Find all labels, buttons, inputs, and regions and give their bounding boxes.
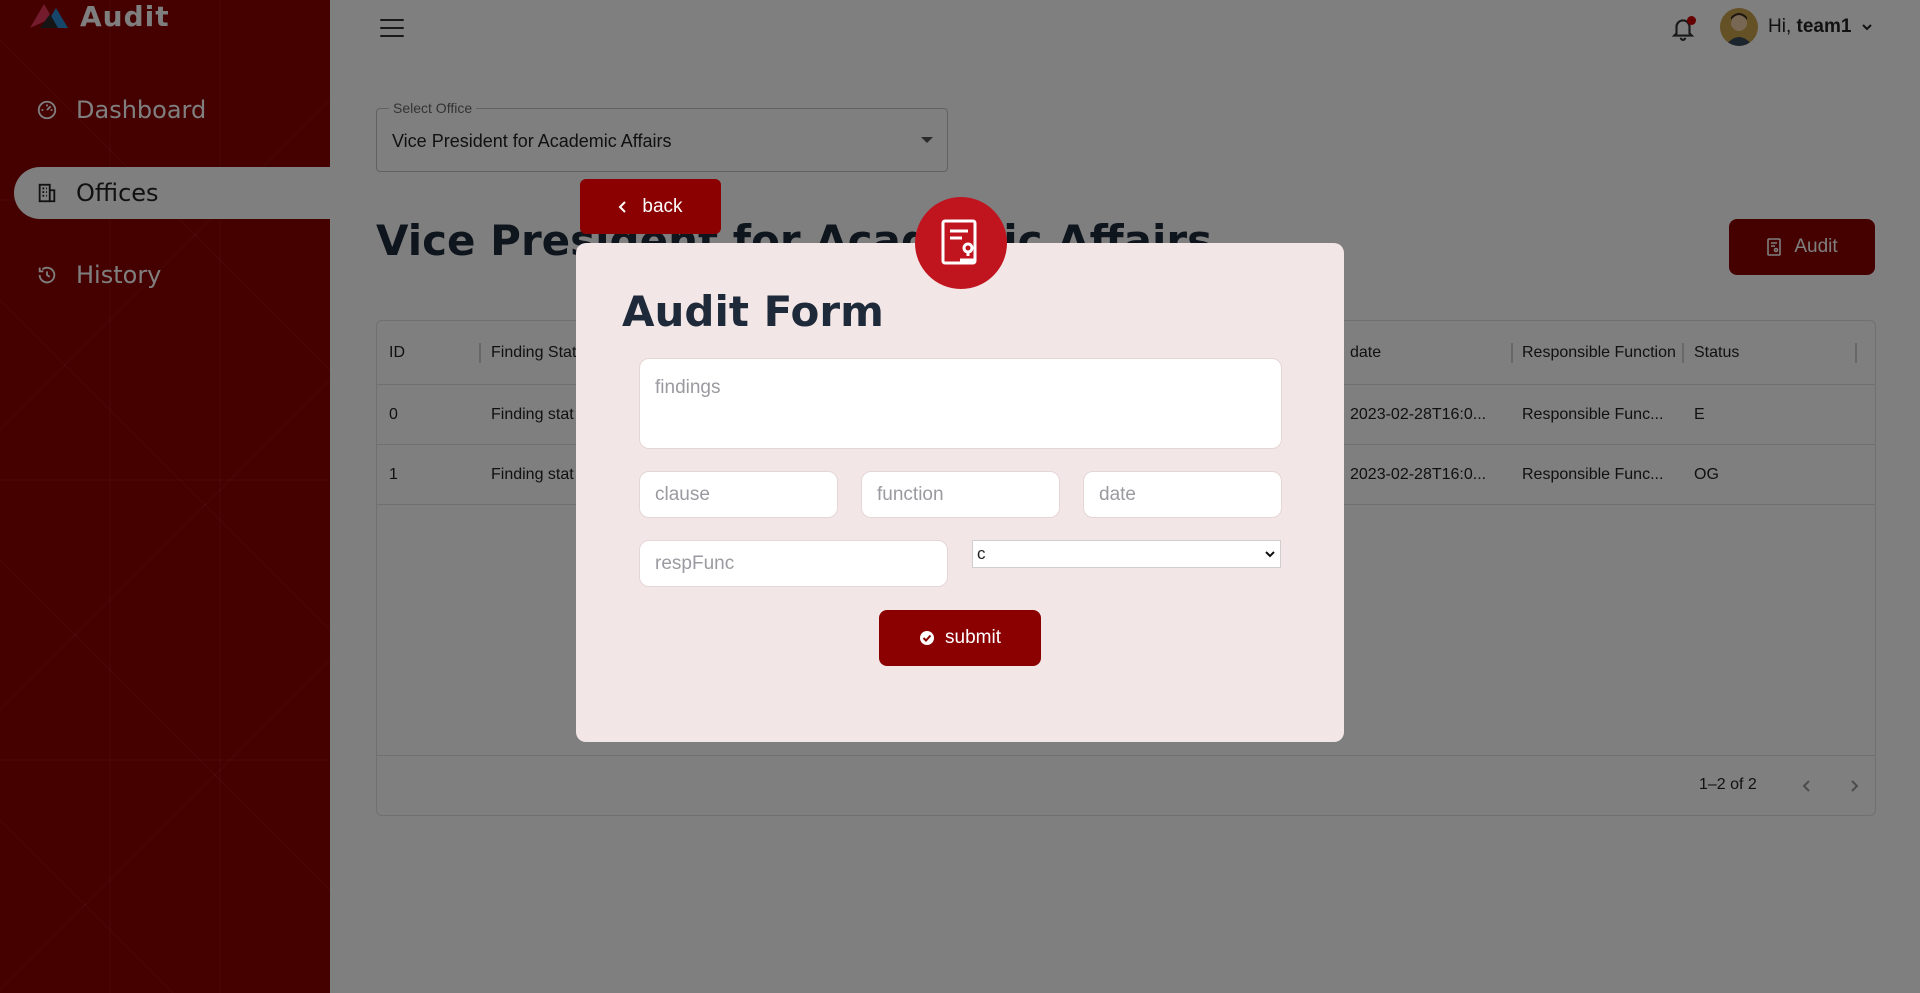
clause-input[interactable]	[639, 471, 838, 518]
document-stamp-icon	[941, 219, 977, 265]
submit-button[interactable]: submit	[879, 610, 1041, 666]
modal-title: Audit Form	[622, 287, 884, 336]
status-select[interactable]: c	[972, 540, 1281, 568]
check-circle-icon	[920, 631, 935, 645]
back-button[interactable]: back	[580, 179, 721, 234]
findings-input[interactable]	[639, 358, 1282, 449]
date-input[interactable]	[1083, 471, 1282, 518]
back-button-label: back	[642, 195, 683, 217]
status-select-value: c	[977, 544, 986, 563]
submit-button-label: submit	[945, 627, 1001, 648]
audit-form-badge	[915, 197, 1007, 289]
audit-form-modal: Audit Form c submit	[576, 243, 1344, 742]
chevron-left-icon	[619, 200, 627, 213]
chevron-down-icon	[1265, 551, 1275, 558]
function-input[interactable]	[861, 471, 1060, 518]
respfunc-input[interactable]	[639, 540, 948, 587]
